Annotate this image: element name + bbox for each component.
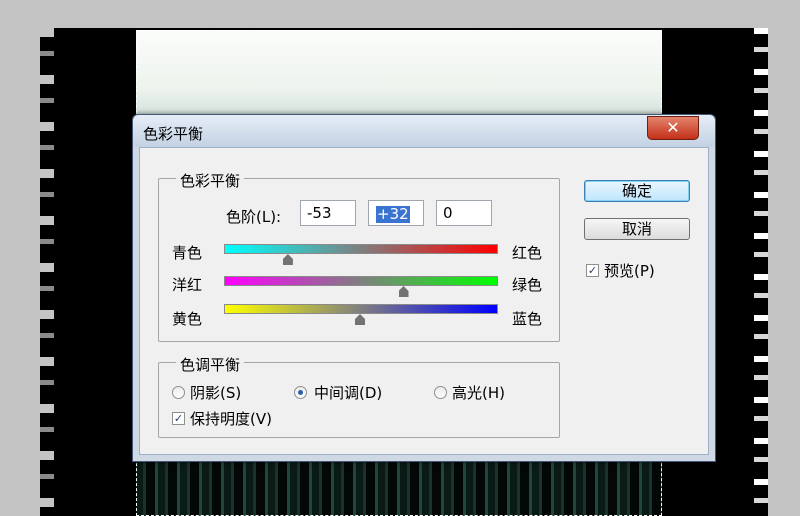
preview-label[interactable]: 预览(P) bbox=[604, 260, 655, 281]
ok-button[interactable]: 确定 bbox=[584, 180, 690, 202]
levels-field-yellow-blue[interactable]: 0 bbox=[436, 200, 492, 226]
slider-right-label-green: 绿色 bbox=[512, 276, 543, 294]
close-button[interactable]: ✕ bbox=[647, 116, 699, 140]
levels-field-cyan-red[interactable]: -53 bbox=[300, 200, 356, 226]
color-balance-dialog: 色彩平衡 ✕ 色彩平衡 色阶(L): -53 +32 0 青色 红色 洋红 绿色… bbox=[132, 114, 716, 462]
slider-right-label-blue: 蓝色 bbox=[512, 310, 543, 328]
checkmark-icon: ✓ bbox=[173, 412, 184, 425]
cancel-button[interactable]: 取消 bbox=[584, 218, 690, 240]
midtones-label[interactable]: 中间调(D) bbox=[314, 382, 382, 403]
cyan-red-slider-track[interactable] bbox=[224, 244, 498, 254]
preserve-luminosity-checkbox[interactable]: ✓ bbox=[172, 412, 185, 425]
slider-left-label-magenta: 洋红 bbox=[172, 276, 203, 294]
midtones-radio[interactable] bbox=[294, 386, 307, 399]
highlights-label[interactable]: 高光(H) bbox=[452, 382, 505, 403]
close-icon: ✕ bbox=[666, 118, 680, 137]
highlights-radio[interactable] bbox=[434, 386, 447, 399]
tone-balance-legend: 色调平衡 bbox=[176, 354, 245, 375]
preview-checkbox[interactable]: ✓ bbox=[586, 264, 599, 277]
levels-label: 色阶(L): bbox=[226, 208, 282, 226]
slider-left-label-yellow: 黄色 bbox=[172, 310, 203, 328]
yellow-blue-slider-track[interactable] bbox=[224, 304, 498, 314]
selected-text: +32 bbox=[376, 205, 410, 223]
dialog-titlebar[interactable]: 色彩平衡 ✕ bbox=[133, 115, 715, 147]
levels-field-magenta-green[interactable]: +32 bbox=[368, 200, 424, 226]
slider-left-label-cyan: 青色 bbox=[172, 244, 203, 262]
shadows-label[interactable]: 阴影(S) bbox=[190, 382, 241, 403]
color-balance-legend: 色彩平衡 bbox=[176, 170, 245, 191]
dialog-body: 色彩平衡 色阶(L): -53 +32 0 青色 红色 洋红 绿色 黄色 蓝色 … bbox=[139, 147, 709, 455]
torn-edge-right bbox=[754, 28, 768, 516]
torn-edge-left bbox=[40, 28, 54, 516]
shadows-radio[interactable] bbox=[172, 386, 185, 399]
slider-right-label-red: 红色 bbox=[512, 244, 543, 262]
dialog-title: 色彩平衡 bbox=[143, 125, 204, 143]
checkmark-icon: ✓ bbox=[587, 264, 598, 277]
preserve-luminosity-label[interactable]: 保持明度(V) bbox=[190, 408, 272, 429]
magenta-green-slider-track[interactable] bbox=[224, 276, 498, 286]
